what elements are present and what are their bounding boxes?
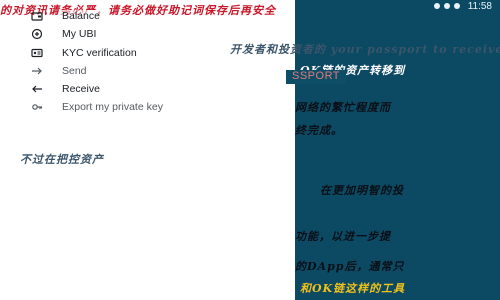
id-card-icon [30, 46, 44, 60]
send-icon [30, 64, 44, 78]
overlay-line: 终完成。 [295, 124, 343, 137]
menu-item-export-key[interactable]: Export my private key [0, 98, 290, 116]
menu-item-my-ubi[interactable]: My UBI [0, 25, 290, 43]
signal-icon [434, 3, 440, 9]
key-icon [30, 100, 44, 114]
menu-label: Balance [60, 10, 102, 22]
menu-item-kyc[interactable]: KYC verification [0, 44, 290, 62]
drawer-menu: Balance My UBI KYC verification Send Rec… [0, 0, 295, 115]
menu-item-receive[interactable]: Receive [0, 80, 290, 98]
menu-item-balance[interactable]: Balance [0, 7, 290, 25]
menu-label: Export my private key [60, 101, 165, 113]
menu-item-send[interactable]: Send [0, 62, 290, 80]
battery-icon [454, 3, 460, 9]
status-icons [434, 3, 460, 9]
overlay-line: 功能，以进一步提 [295, 230, 391, 243]
overlay-line: 在更加明智的投 [320, 184, 404, 197]
passport-banner: SSPORT [286, 70, 347, 84]
wallet-icon [30, 9, 44, 23]
overlay-line: 和OK链这样的工具 [300, 282, 406, 295]
overlay-line: 不过在把控资产 [20, 153, 104, 166]
menu-label: My UBI [60, 28, 99, 40]
menu-label: KYC verification [60, 47, 139, 59]
menu-label: Receive [60, 83, 102, 95]
overlay-line: 网络的繁忙程度而 [295, 101, 391, 114]
receive-icon [30, 82, 44, 96]
wifi-icon [444, 3, 450, 9]
status-time: 11:58 [467, 1, 492, 12]
ubi-icon [30, 27, 44, 41]
menu-label: Send [60, 65, 89, 77]
overlay-line: 的DApp后，通常只 [295, 260, 405, 273]
